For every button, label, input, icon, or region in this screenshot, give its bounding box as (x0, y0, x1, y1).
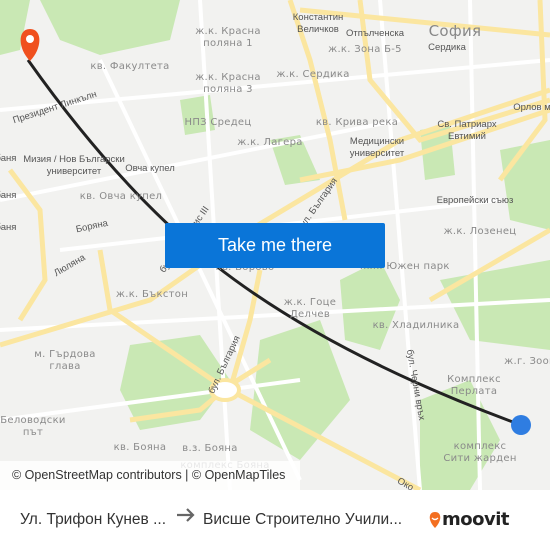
map-label: ж.к. Лагера (237, 137, 303, 148)
map-label: баня (0, 190, 17, 201)
map-label: кв. Факултета (90, 61, 170, 72)
map[interactable]: Константин Величков София Отпълченска Сердик… (0, 0, 550, 490)
map-label: в.з. Бояна (182, 443, 238, 454)
route-footer: Ул. Трифон Кунев ... Висше Строително Уч… (0, 490, 550, 550)
map-label: кв. Овча купел (79, 191, 163, 202)
map-label: ж.к. Сердика (276, 69, 350, 80)
map-label: Медицински университет (349, 136, 405, 159)
map-label: м. Гърдова глава (34, 349, 96, 372)
map-label: ж.к. Красна поляна 3 (195, 72, 261, 95)
map-label: Европейски съюз (436, 195, 514, 206)
destination-stop: Висше Строително Учили... (203, 511, 403, 528)
map-label: Мизия / Нов Български университет (23, 154, 125, 177)
location-dot-icon (511, 415, 531, 435)
moovit-logo: moovit (428, 509, 510, 530)
map-label: баня (0, 153, 17, 164)
map-attribution[interactable]: © OpenStreetMap contributors | © OpenMap… (0, 461, 300, 490)
moovit-pin-icon (429, 511, 441, 528)
map-label: Беловодски път (0, 415, 66, 438)
brand-name: moovit (442, 509, 510, 530)
map-label: ж.к. Зона Б-5 (328, 44, 402, 55)
map-label: Константин Величков (292, 12, 344, 35)
map-label: Комплекс Перлата (447, 374, 501, 397)
map-label: ж.к. Красна поляна 1 (195, 26, 261, 49)
map-label: комплекс Сити жарден (443, 441, 517, 464)
map-label: Овча купел (125, 163, 175, 174)
map-label: НПЗ Средец (184, 117, 252, 128)
origin-stop: Ул. Трифон Кунев ... (20, 511, 167, 528)
arrow-right-icon (177, 508, 195, 522)
map-label: Орлов м (513, 102, 550, 113)
map-label: баня (0, 222, 17, 233)
map-label: ж.к. Гоце Делчев (283, 297, 337, 320)
map-label: Отпълченска (345, 28, 405, 39)
map-pin-icon (20, 29, 40, 61)
map-label: ж.к. Лозенец (443, 226, 517, 237)
map-label: кв. Хладилника (372, 320, 460, 331)
map-label: София (428, 22, 482, 40)
map-label: Сердика (428, 42, 466, 53)
map-label: Св. Патриарх Евтимий (437, 119, 497, 142)
map-label: ж.к. Бъкстон (115, 289, 189, 300)
map-label: ж.г. Зооп (504, 356, 550, 367)
take-me-there-button[interactable]: Take me there (165, 223, 385, 268)
map-label: кв. Крива река (315, 117, 399, 128)
map-label: кв. Бояна (113, 442, 167, 453)
